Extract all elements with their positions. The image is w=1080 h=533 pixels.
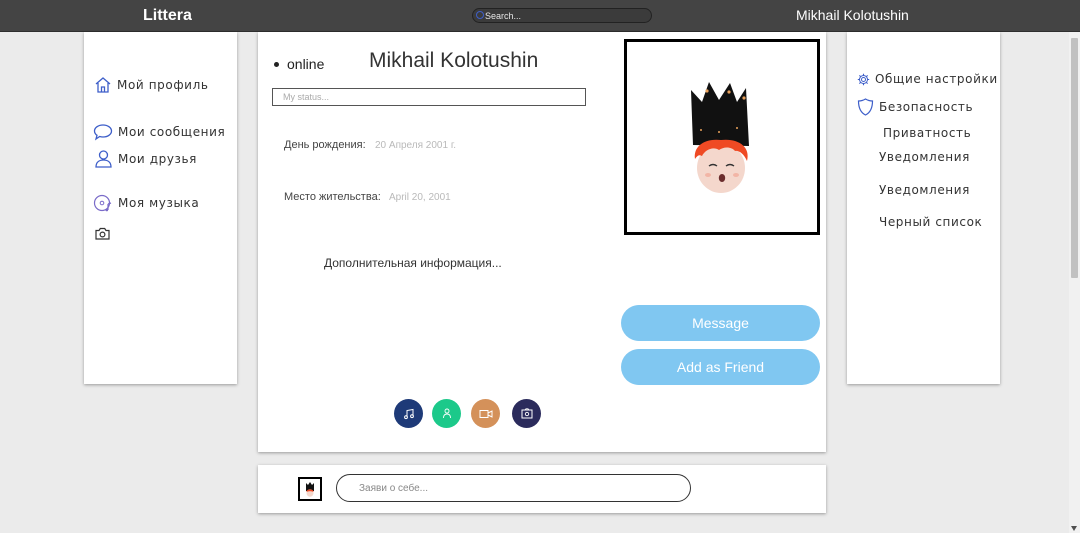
avatar-illustration: [691, 82, 749, 193]
bullet: [274, 61, 279, 67]
photo-button[interactable]: [512, 399, 541, 428]
profile-name: Mikhail Kolotushin: [369, 49, 539, 72]
settings-notifications[interactable]: Уведомления: [879, 150, 970, 164]
person-icon: [95, 150, 112, 168]
add-friend-button[interactable]: Add as Friend: [621, 349, 820, 385]
about-yourself-input[interactable]: [336, 474, 691, 502]
page-scrollbar[interactable]: [1069, 32, 1080, 533]
nav-item-label: Мой профиль: [117, 78, 209, 92]
avatar-thumbnail: [306, 482, 314, 497]
nav-my-friends[interactable]: Мои друзья: [94, 149, 197, 168]
nav-item-label: Моя музыка: [118, 196, 200, 210]
music-note-icon: [403, 408, 414, 419]
online-status: online: [274, 56, 324, 72]
settings-notifications-2[interactable]: Уведомления: [879, 183, 970, 197]
video-icon: [479, 409, 492, 418]
music-disc-icon: [93, 194, 112, 212]
friends-button[interactable]: [432, 399, 461, 428]
profile-avatar[interactable]: [624, 39, 820, 235]
settings-item-label: Общие настройки: [875, 72, 998, 86]
settings-item-label: Приватность: [883, 126, 972, 140]
gear-icon: [857, 73, 870, 85]
search-box[interactable]: [472, 8, 652, 23]
home-icon: [95, 77, 111, 93]
person-icon: [442, 408, 451, 419]
compose-panel: [258, 465, 826, 513]
settings-general[interactable]: Общие настройки: [857, 72, 998, 86]
video-button[interactable]: [471, 399, 500, 428]
birthday-value: 20 Апреля 2001 г.: [375, 140, 457, 151]
shield-icon: [857, 98, 874, 116]
settings-item-label: Уведомления: [879, 183, 970, 197]
top-bar: Littera Mikhail Kolotushin: [0, 0, 1080, 32]
online-status-text: online: [287, 56, 325, 72]
nav-my-profile[interactable]: Мой профиль: [94, 76, 209, 94]
settings-blacklist[interactable]: Черный список: [879, 215, 982, 229]
photo-icon: [521, 408, 532, 419]
more-info-link[interactable]: Дополнительная информация...: [324, 256, 502, 270]
header-user-name[interactable]: Mikhail Kolotushin: [796, 7, 909, 23]
residence-value: April 20, 2001: [389, 192, 451, 203]
settings-item-label: Черный список: [879, 215, 983, 229]
birthday-label: День рождения:: [284, 139, 366, 151]
app-logo[interactable]: Littera: [143, 7, 192, 25]
chat-bubble-icon: [93, 124, 113, 141]
nav-my-messages[interactable]: Мои сообщения: [93, 123, 225, 141]
profile-panel: online Mikhail Kolotushin День рождения:…: [258, 32, 826, 452]
residence-label: Место жительства:: [284, 191, 381, 203]
settings-privacy[interactable]: Приватность: [883, 126, 971, 140]
settings-panel: Общие настройки Безопасность Приватность…: [847, 32, 1000, 384]
settings-item-label: Уведомления: [879, 150, 970, 164]
nav-my-music[interactable]: Моя музыка: [93, 193, 199, 213]
nav-item-label: Мои друзья: [118, 151, 197, 166]
nav-photos[interactable]: [95, 227, 115, 240]
left-nav-panel: Мой профиль Мои сообщения Мои друзья Моя…: [84, 32, 237, 384]
search-icon: [476, 11, 484, 19]
scroll-down-arrow-icon[interactable]: [1071, 526, 1077, 531]
music-button[interactable]: [394, 399, 423, 428]
status-input[interactable]: [272, 88, 586, 106]
settings-security[interactable]: Безопасность: [857, 98, 973, 116]
mini-avatar: [298, 477, 322, 501]
camera-icon: [95, 227, 110, 240]
search-input[interactable]: [485, 9, 645, 22]
settings-item-label: Безопасность: [879, 100, 974, 114]
message-button[interactable]: Message: [621, 305, 820, 341]
nav-item-label: Мои сообщения: [118, 125, 226, 139]
scrollbar-thumb[interactable]: [1071, 38, 1078, 278]
